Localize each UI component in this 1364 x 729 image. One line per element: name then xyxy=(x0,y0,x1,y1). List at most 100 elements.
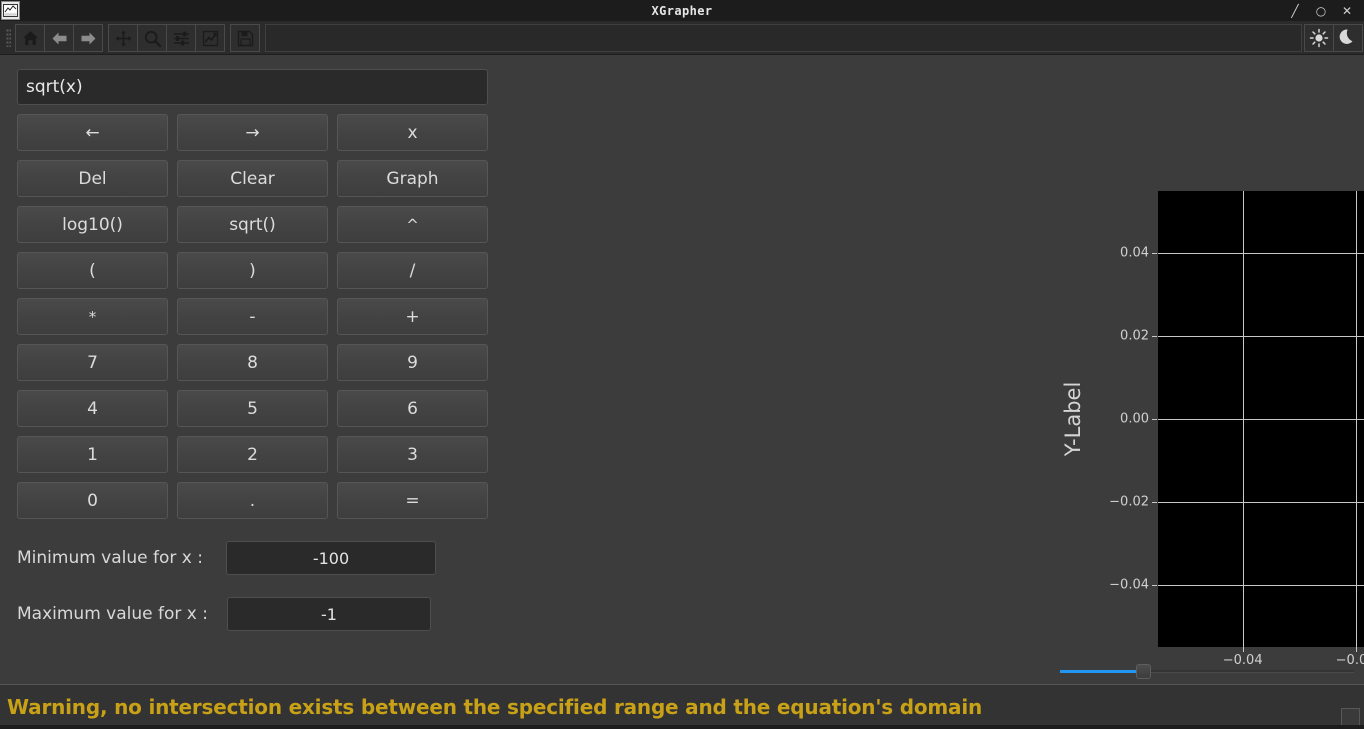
zoom-magnifier-icon xyxy=(143,29,162,48)
save-button[interactable] xyxy=(230,24,260,52)
x-tick-label: −0.02 xyxy=(1335,653,1364,668)
y-axis-tick xyxy=(1152,501,1157,503)
digit-6-button[interactable]: 6 xyxy=(337,390,488,427)
edit-curve-icon xyxy=(201,29,220,48)
home-button[interactable] xyxy=(15,24,45,52)
cursor-left-button[interactable]: ← xyxy=(17,114,168,151)
grid-line-horizontal xyxy=(1158,501,1364,503)
grid-line-horizontal xyxy=(1158,336,1364,338)
keypad-row: 4 5 6 xyxy=(17,390,488,427)
pan-move-icon xyxy=(114,29,133,48)
back-arrow-icon xyxy=(50,29,69,48)
equation-input[interactable]: sqrt(x) xyxy=(17,69,488,105)
keypad-row: * - + xyxy=(17,298,488,335)
matplotlib-figure[interactable]: Title −0.04 −0.02 0.00 0.02 0.04 −0.04 −0.02 0… xyxy=(504,55,1364,684)
y-tick-label: −0.02 xyxy=(1109,494,1149,510)
decimal-point-button[interactable]: . xyxy=(177,482,328,519)
x-tick-label: −0.04 xyxy=(1222,653,1263,668)
title-bar: XGrapher ╱ ○ ✕ xyxy=(0,0,1364,22)
digit-8-button[interactable]: 8 xyxy=(177,344,328,381)
horizontal-scrollbar-handle[interactable] xyxy=(1136,664,1151,679)
back-button[interactable] xyxy=(44,24,74,52)
grid-line-horizontal xyxy=(1158,253,1364,255)
moon-dark-theme-icon xyxy=(1338,28,1358,48)
equals-button[interactable]: = xyxy=(337,482,488,519)
theme-buttons xyxy=(1304,24,1363,52)
equation-panel: sqrt(x) ← → x Del Clear Graph log10() sq… xyxy=(0,55,504,684)
forward-arrow-icon xyxy=(79,29,98,48)
max-x-input[interactable]: -1 xyxy=(226,597,431,631)
horizontal-scrollbar-fill xyxy=(1060,670,1142,673)
toolbar-drag-handle[interactable] xyxy=(3,25,13,51)
minimize-button[interactable]: ╱ xyxy=(1282,1,1308,21)
min-x-input[interactable]: -100 xyxy=(226,541,436,575)
digit-2-button[interactable]: 2 xyxy=(177,436,328,473)
minus-button[interactable]: - xyxy=(177,298,328,335)
home-icon xyxy=(21,29,40,48)
y-axis-tick xyxy=(1152,336,1157,338)
window-controls: ╱ ○ ✕ xyxy=(1282,1,1364,21)
keypad: ← → x Del Clear Graph log10() sqrt() ^ (… xyxy=(17,114,488,519)
plus-button[interactable]: + xyxy=(337,298,488,335)
light-theme-button[interactable] xyxy=(1304,24,1334,52)
max-range-label: Maximum value for x : xyxy=(17,604,208,624)
clear-button[interactable]: Clear xyxy=(177,160,328,197)
y-tick-label: 0.04 xyxy=(1120,245,1149,261)
y-axis-label: Y-Label xyxy=(1061,381,1085,457)
save-floppy-icon xyxy=(236,29,255,48)
close-button[interactable]: ✕ xyxy=(1334,1,1360,21)
variable-x-button[interactable]: x xyxy=(337,114,488,151)
max-range-row: Maximum value for x : -1 xyxy=(17,597,488,631)
keypad-row: Del Clear Graph xyxy=(17,160,488,197)
configure-subplots-icon xyxy=(172,29,191,48)
open-paren-button[interactable]: ( xyxy=(17,252,168,289)
dark-theme-button[interactable] xyxy=(1333,24,1363,52)
keypad-row: 1 2 3 xyxy=(17,436,488,473)
matplotlib-toolbar xyxy=(0,22,1364,55)
window-bottom-edge xyxy=(0,725,1364,729)
xgrapher-window: XGrapher ╱ ○ ✕ sqrt(x) ← → x Del Clear G… xyxy=(0,0,1364,729)
sqrt-button[interactable]: sqrt() xyxy=(177,206,328,243)
status-bar: Warning, no intersection exists between … xyxy=(0,684,1364,729)
y-axis-tick xyxy=(1152,419,1157,420)
digit-7-button[interactable]: 7 xyxy=(17,344,168,381)
coordinate-display xyxy=(265,24,1302,52)
keypad-row: ( ) / xyxy=(17,252,488,289)
x-axis-tick xyxy=(1355,647,1357,652)
y-tick-label: 0.00 xyxy=(1120,411,1149,427)
cursor-right-button[interactable]: → xyxy=(177,114,328,151)
min-range-row: Minimum value for x : -100 xyxy=(17,541,488,575)
chart-title: Title xyxy=(1158,158,1364,182)
multiply-button[interactable]: * xyxy=(17,298,168,335)
divide-button[interactable]: / xyxy=(337,252,488,289)
sun-light-theme-icon xyxy=(1309,28,1329,48)
digit-4-button[interactable]: 4 xyxy=(17,390,168,427)
warning-message: Warning, no intersection exists between … xyxy=(7,695,983,719)
close-paren-button[interactable]: ) xyxy=(177,252,328,289)
edit-curves-button[interactable] xyxy=(195,24,225,52)
pan-button[interactable] xyxy=(108,24,138,52)
power-button[interactable]: ^ xyxy=(337,206,488,243)
min-range-label: Minimum value for x : xyxy=(17,548,203,568)
digit-0-button[interactable]: 0 xyxy=(17,482,168,519)
maximize-button[interactable]: ○ xyxy=(1308,1,1334,21)
grid-line-horizontal xyxy=(1158,419,1364,420)
digit-3-button[interactable]: 3 xyxy=(337,436,488,473)
keypad-row: 0 . = xyxy=(17,482,488,519)
keypad-row: ← → x xyxy=(17,114,488,151)
digit-9-button[interactable]: 9 xyxy=(337,344,488,381)
delete-button[interactable]: Del xyxy=(17,160,168,197)
x-axis-tick xyxy=(1242,647,1244,652)
log10-button[interactable]: log10() xyxy=(17,206,168,243)
y-axis-tick xyxy=(1152,253,1157,255)
digit-5-button[interactable]: 5 xyxy=(177,390,328,427)
digit-1-button[interactable]: 1 xyxy=(17,436,168,473)
forward-button[interactable] xyxy=(73,24,103,52)
plot-axes[interactable] xyxy=(1152,191,1364,652)
window-title: XGrapher xyxy=(651,3,713,18)
graph-button[interactable]: Graph xyxy=(337,160,488,197)
plot-panel: Title −0.04 −0.02 0.00 0.02 0.04 −0.04 −0.02 0… xyxy=(504,55,1364,684)
zoom-button[interactable] xyxy=(137,24,167,52)
horizontal-scrollbar[interactable] xyxy=(1060,664,1354,679)
subplots-button[interactable] xyxy=(166,24,196,52)
